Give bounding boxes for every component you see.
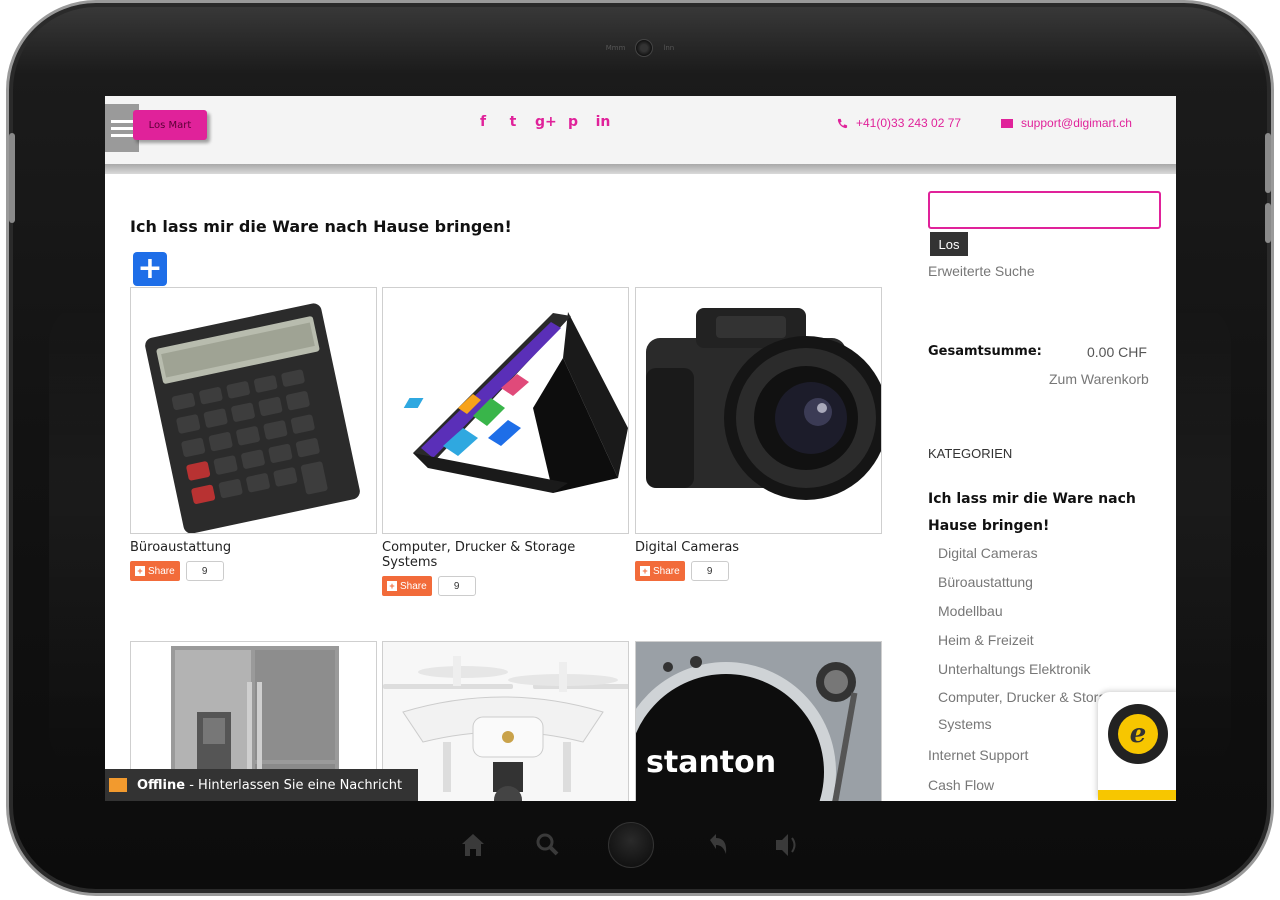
share-button[interactable]: + Share [635,561,685,581]
share-row: + Share 9 [382,576,629,596]
phone-icon [837,118,848,128]
category-item[interactable]: Modellbau [938,597,1128,626]
search-button[interactable]: Los [930,232,968,256]
front-camera: Mmm lnn [9,39,1271,57]
share-button[interactable]: + Share [382,576,432,596]
product-card[interactable]: Computer, Drucker & Storage Systems + Sha… [382,287,629,596]
linkedin-icon[interactable]: in [595,114,611,130]
camera-lens-icon [635,39,654,57]
product-title[interactable]: Büroaustattung [130,540,377,555]
add-share-button[interactable]: + [133,252,167,286]
email-contact[interactable]: support@digimart.ch [1001,116,1132,130]
page-title: Ich lass mir die Ware nach Hause bringen… [130,217,512,236]
category-item[interactable]: Unterhaltungs Elektronik [938,655,1128,684]
phone-contact[interactable]: +41(0)33 243 02 77 [837,116,961,130]
share-row: + Share 9 [130,561,377,581]
phone-number: +41(0)33 243 02 77 [856,116,962,130]
category-item-internet-support[interactable]: Internet Support [928,747,1028,763]
header-divider [105,164,1176,174]
envelope-icon [1001,118,1013,128]
chat-envelope-icon [109,778,127,792]
share-plus-icon: + [640,566,650,576]
category-main-link[interactable]: Ich lass mir die Ware nach Hause bringen… [928,486,1158,540]
search-input[interactable] [928,191,1161,229]
trusted-shops-footer [1098,790,1176,800]
volume-hardware-icon [776,834,796,856]
category-item-cash-flow[interactable]: Cash Flow [928,777,994,793]
product-card[interactable] [382,641,629,801]
social-links: f t g+ p in [475,114,611,130]
back-hardware-icon [710,834,727,854]
side-button-right-top [1265,133,1271,193]
product-card[interactable]: Büroaustattung + Share 9 [130,287,377,581]
trusted-shops-badge[interactable]: e [1098,692,1176,800]
product-card[interactable]: Digital Cameras + Share 9 [635,287,882,581]
chat-message: - Hinterlassen Sie eine Nachricht [185,777,403,793]
product-card[interactable]: stanton [635,641,882,801]
view-cart-link[interactable]: Zum Warenkorb [1049,371,1149,387]
home-button [608,822,654,868]
share-row: + Share 9 [635,561,882,581]
turntable-brand: stanton [646,745,776,780]
search-hardware-icon [536,833,559,856]
cart-total-label: Gesamtsumme: [928,344,1042,359]
chat-text: Offline - Hinterlassen Sie eine Nachrich… [137,778,402,793]
category-item[interactable]: Heim & Freizeit [938,626,1128,655]
camera-left-label: Mmm [605,44,626,52]
trusted-shops-mark: e [1118,714,1158,754]
live-chat-bar[interactable]: Offline - Hinterlassen Sie eine Nachrich… [105,769,418,801]
product-title[interactable]: Digital Cameras [635,540,882,555]
advanced-search-link[interactable]: Erweiterte Suche [928,263,1035,279]
share-count: 9 [690,561,729,581]
product-title[interactable]: Computer, Drucker & Storage Systems [382,540,629,570]
side-button-right-bottom [1265,203,1271,243]
camera-right-label: lnn [663,44,675,52]
site-logo[interactable]: Los Mart [133,110,207,140]
categories-heading: KATEGORIEN [928,446,1013,461]
trusted-shops-seal-icon: e [1108,704,1168,764]
share-plus-icon: + [135,566,145,576]
share-label: Share [653,565,680,577]
category-item[interactable]: Digital Cameras [938,539,1128,568]
product-image-calculator[interactable] [130,287,377,534]
product-image-turntable[interactable]: stanton [635,641,882,801]
share-button[interactable]: + Share [130,561,180,581]
side-button-left [9,133,15,223]
product-image-drone[interactable] [382,641,629,801]
share-label: Share [148,565,175,577]
share-plus-icon: + [387,581,397,591]
facebook-icon[interactable]: f [475,114,491,130]
product-image-camera[interactable] [635,287,882,534]
cart-total-value: 0.00 CHF [1087,344,1147,360]
product-image-laptop[interactable] [382,287,629,534]
email-address: support@digimart.ch [1021,116,1132,130]
chat-status: Offline [137,777,186,793]
tablet-screen: Los Mart f t g+ p in +41(0)33 243 02 77 … [105,96,1176,801]
category-item[interactable]: Büroaustattung [938,568,1128,597]
twitter-icon[interactable]: t [505,114,521,130]
home-hardware-icon [462,834,484,856]
google-plus-icon[interactable]: g+ [535,114,557,130]
share-label: Share [400,580,427,592]
share-count: 9 [437,576,476,596]
share-count: 9 [185,561,224,581]
site-header: Los Mart f t g+ p in +41(0)33 243 02 77 … [105,96,1176,166]
pinterest-icon[interactable]: p [565,114,581,130]
